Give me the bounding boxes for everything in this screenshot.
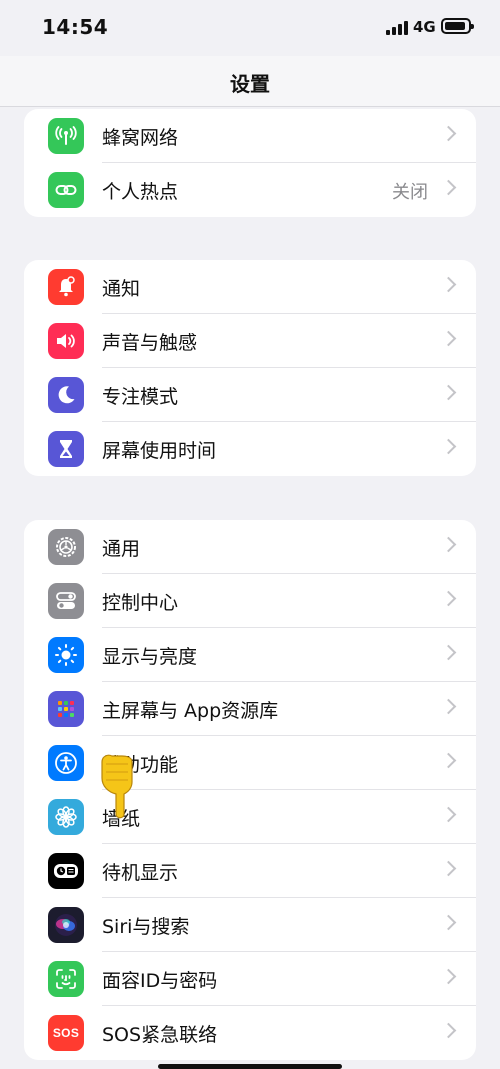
battery-icon xyxy=(441,18,474,34)
settings-row-face-id[interactable]: 面容ID与密码 xyxy=(24,952,476,1006)
settings-row-cellular[interactable]: 蜂窝网络 xyxy=(24,109,476,163)
settings-row-emergency-sos[interactable]: SOS SOS紧急联络 xyxy=(24,1006,476,1060)
chevron-right-icon xyxy=(440,806,457,823)
settings-row-notifications[interactable]: 通知 xyxy=(24,260,476,314)
cell-signal-icon xyxy=(386,20,408,35)
chevron-right-icon xyxy=(440,590,457,607)
gear-icon xyxy=(48,529,84,565)
settings-row-label: Siri与搜索 xyxy=(102,916,190,938)
settings-row-label: 通知 xyxy=(102,278,141,300)
siri-icon xyxy=(48,907,84,943)
chevron-right-icon xyxy=(440,1022,457,1039)
flower-icon xyxy=(48,799,84,835)
chevron-right-icon xyxy=(440,698,457,715)
settings-row-accessibility[interactable]: 辅助功能 xyxy=(24,736,476,790)
status-time: 14:54 xyxy=(42,15,109,39)
hotspot-status-value: 关闭 xyxy=(392,182,428,203)
chevron-right-icon xyxy=(440,330,457,347)
settings-row-label: 通用 xyxy=(102,538,141,560)
settings-group-general: 通用 控制中心 显示与亮度 主屏幕与 App资源库 辅助功能 墙纸 待机显示 S… xyxy=(24,520,476,1060)
settings-row-label: 个人热点 xyxy=(102,181,179,203)
face-id-icon xyxy=(48,961,84,997)
chain-link-icon xyxy=(48,172,84,208)
antenna-icon xyxy=(48,118,84,154)
settings-row-sounds-haptics[interactable]: 声音与触感 xyxy=(24,314,476,368)
settings-row-label: SOS紧急联络 xyxy=(102,1024,218,1046)
sun-icon xyxy=(48,637,84,673)
settings-row-label: 专注模式 xyxy=(102,386,179,408)
chevron-right-icon xyxy=(440,968,457,985)
moon-icon xyxy=(48,377,84,413)
settings-row-label: 控制中心 xyxy=(102,592,179,614)
chevron-right-icon xyxy=(440,438,457,455)
settings-row-label: 声音与触感 xyxy=(102,332,198,354)
hourglass-icon xyxy=(48,431,84,467)
chevron-right-icon xyxy=(440,384,457,401)
settings-row-wallpaper[interactable]: 墙纸 xyxy=(24,790,476,844)
chevron-right-icon xyxy=(440,752,457,769)
settings-row-display-brightness[interactable]: 显示与亮度 xyxy=(24,628,476,682)
settings-group-notifications: 通知 声音与触感 专注模式 屏幕使用时间 xyxy=(24,260,476,476)
pointing-hand-icon xyxy=(98,752,142,822)
home-indicator xyxy=(158,1064,342,1069)
network-type: 4G xyxy=(413,18,436,36)
settings-row-label: 蜂窝网络 xyxy=(102,127,179,149)
speaker-icon xyxy=(48,323,84,359)
settings-row-home-screen[interactable]: 主屏幕与 App资源库 xyxy=(24,682,476,736)
app-grid-icon xyxy=(48,691,84,727)
toggles-icon xyxy=(48,583,84,619)
status-bar: 14:54 4G xyxy=(0,0,500,56)
accessibility-icon xyxy=(48,745,84,781)
nav-bar: 设置 xyxy=(0,56,500,107)
settings-row-label: 屏幕使用时间 xyxy=(102,440,217,462)
chevron-right-icon xyxy=(440,179,457,196)
standby-icon xyxy=(48,853,84,889)
settings-row-control-center[interactable]: 控制中心 xyxy=(24,574,476,628)
chevron-right-icon xyxy=(440,914,457,931)
bell-icon xyxy=(48,269,84,305)
settings-row-siri-search[interactable]: Siri与搜索 xyxy=(24,898,476,952)
chevron-right-icon xyxy=(440,276,457,293)
settings-row-standby[interactable]: 待机显示 xyxy=(24,844,476,898)
sos-icon: SOS xyxy=(48,1015,84,1051)
settings-row-hotspot[interactable]: 个人热点 关闭 xyxy=(24,163,476,217)
settings-row-screen-time[interactable]: 屏幕使用时间 xyxy=(24,422,476,476)
chevron-right-icon xyxy=(440,125,457,142)
settings-row-label: 待机显示 xyxy=(102,862,179,884)
settings-row-general[interactable]: 通用 xyxy=(24,520,476,574)
chevron-right-icon xyxy=(440,860,457,877)
chevron-right-icon xyxy=(440,536,457,553)
page-title: 设置 xyxy=(230,72,270,96)
settings-row-label: 主屏幕与 App资源库 xyxy=(102,700,279,722)
settings-row-label: 显示与亮度 xyxy=(102,646,198,668)
settings-row-label: 面容ID与密码 xyxy=(102,970,218,992)
settings-group-connectivity: 蜂窝网络 个人热点 关闭 xyxy=(24,109,476,217)
settings-row-focus[interactable]: 专注模式 xyxy=(24,368,476,422)
chevron-right-icon xyxy=(440,644,457,661)
